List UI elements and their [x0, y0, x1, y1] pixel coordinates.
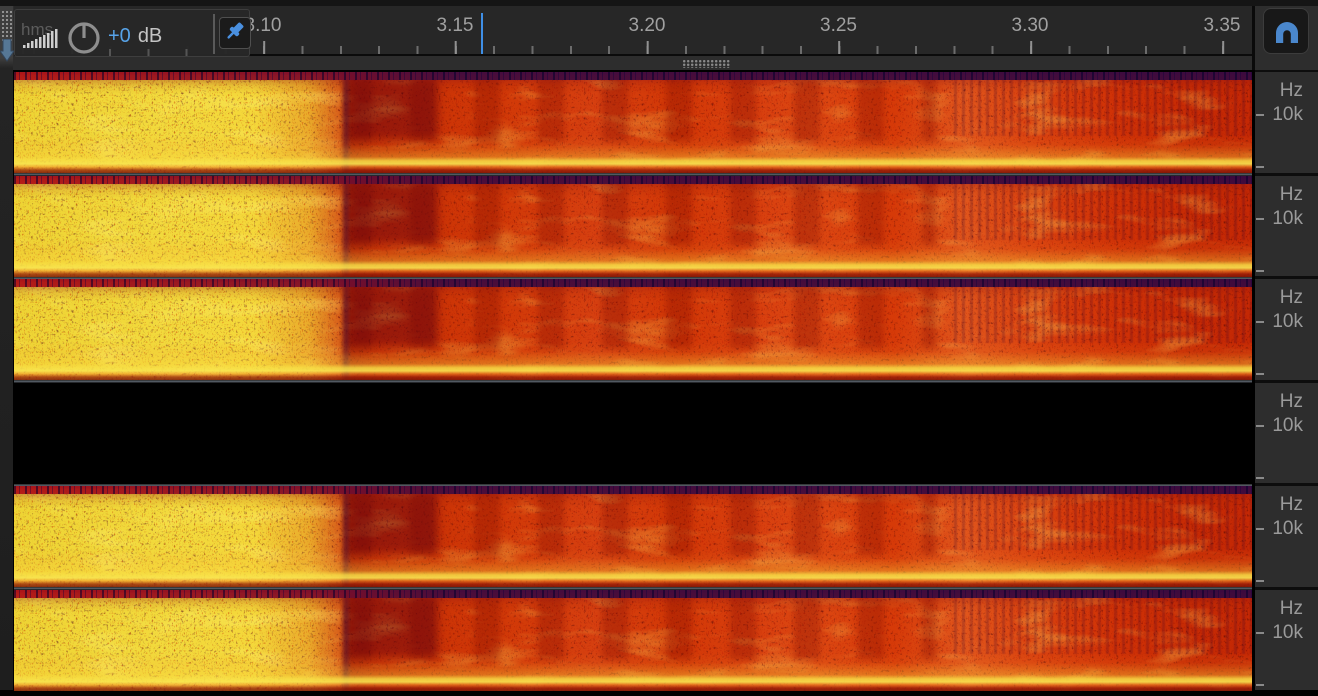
spectrogram-image [14, 72, 1252, 173]
freq-tick-mark [1256, 270, 1264, 272]
freq-unit-label: Hz [1263, 391, 1303, 413]
left-rail [0, 6, 13, 690]
freq-unit-label: Hz [1263, 184, 1303, 206]
gain-value[interactable]: +0 dB [108, 25, 162, 48]
spectrogram-channel-4-silent[interactable] [14, 383, 1252, 484]
frequency-ruler-channel-6[interactable]: Hz 10k [1255, 590, 1318, 690]
spectrogram-channel-6[interactable] [14, 590, 1252, 691]
spectrogram-image [14, 279, 1252, 380]
freq-tick-mark [1256, 373, 1264, 375]
ruler-ticks-showthrough [105, 49, 189, 56]
panel-divider [1255, 276, 1318, 279]
freq-tick-mark [1256, 321, 1264, 323]
ruler-edge-divider [1252, 6, 1255, 70]
spectrogram-channel-2[interactable] [14, 176, 1252, 277]
panel-divider [1255, 380, 1318, 383]
freq-tick-mark [1256, 166, 1264, 168]
headphones-icon [1273, 19, 1301, 45]
frequency-ruler-channel-5[interactable]: Hz 10k [1255, 486, 1318, 586]
frequency-ruler-channel-1[interactable]: Hz 10k [1255, 72, 1318, 172]
ruler-time-label: 3.25 [820, 15, 857, 37]
freq-tick-mark [1256, 632, 1264, 634]
playhead[interactable] [481, 13, 483, 54]
freq-tick-label: 10k [1259, 104, 1303, 126]
spectrogram-image [14, 176, 1252, 277]
panel-divider [1255, 173, 1318, 176]
frequency-ruler-channel-2[interactable]: Hz 10k [1255, 176, 1318, 276]
freq-tick-mark [1256, 425, 1264, 427]
ruler-time-label: 3.35 [1204, 15, 1241, 37]
headphone-monitor-button[interactable] [1263, 8, 1309, 54]
freq-unit-label: Hz [1263, 598, 1303, 620]
pin-hud-button[interactable] [219, 17, 251, 49]
panel-divider [1255, 587, 1318, 590]
freq-tick-mark [1256, 528, 1264, 530]
spectrogram-channel-5[interactable] [14, 486, 1252, 587]
ruler-time-label: 3.15 [437, 15, 474, 37]
frequency-ruler-channel-4[interactable]: Hz 10k [1255, 383, 1318, 483]
gain-amount[interactable]: +0 [108, 25, 131, 47]
spectrogram-channel-1[interactable] [14, 72, 1252, 173]
freq-tick-label: 10k [1259, 415, 1303, 437]
freq-tick-label: 10k [1259, 622, 1303, 644]
spectrogram-image [14, 590, 1252, 691]
ruler-time-label: 3.30 [1012, 15, 1049, 37]
freq-tick-mark [1256, 684, 1264, 686]
panel-divider [1255, 483, 1318, 486]
freq-tick-mark [1256, 218, 1264, 220]
panel-resize-handle[interactable] [683, 60, 731, 68]
freq-tick-label: 10k [1259, 311, 1303, 333]
ruler-time-label: 3.20 [629, 15, 666, 37]
top-bar: 3.10 3.15 3.20 3.25 3.30 3.35 hms [0, 0, 1318, 70]
audio-editor-window: Hz 10k Hz 10k Hz 10k Hz 10k Hz 10k Hz 10… [0, 0, 1318, 696]
spectrogram-channel-3[interactable] [14, 279, 1252, 380]
gain-hud: hms +0dB [14, 9, 250, 57]
frequency-ruler-channel-3[interactable]: Hz 10k [1255, 279, 1318, 379]
freq-tick-label: 10k [1259, 518, 1303, 540]
freq-unit-label: Hz [1263, 80, 1303, 102]
pin-icon [220, 18, 250, 48]
freq-tick-label: 10k [1259, 208, 1303, 230]
freq-tick-mark [1256, 580, 1264, 582]
gain-unit: dB [138, 25, 162, 47]
freq-unit-label: Hz [1263, 287, 1303, 309]
freq-tick-mark [1256, 114, 1264, 116]
spectrogram-silence [14, 383, 1252, 484]
gain-knob-icon[interactable] [67, 21, 101, 55]
level-meter-icon[interactable] [23, 28, 61, 48]
freq-tick-mark [1256, 477, 1264, 479]
spectrogram-view[interactable] [14, 72, 1252, 691]
collapse-arrow-icon[interactable] [0, 39, 14, 63]
spectrogram-image [14, 486, 1252, 587]
hud-divider [213, 14, 215, 54]
freq-unit-label: Hz [1263, 494, 1303, 516]
